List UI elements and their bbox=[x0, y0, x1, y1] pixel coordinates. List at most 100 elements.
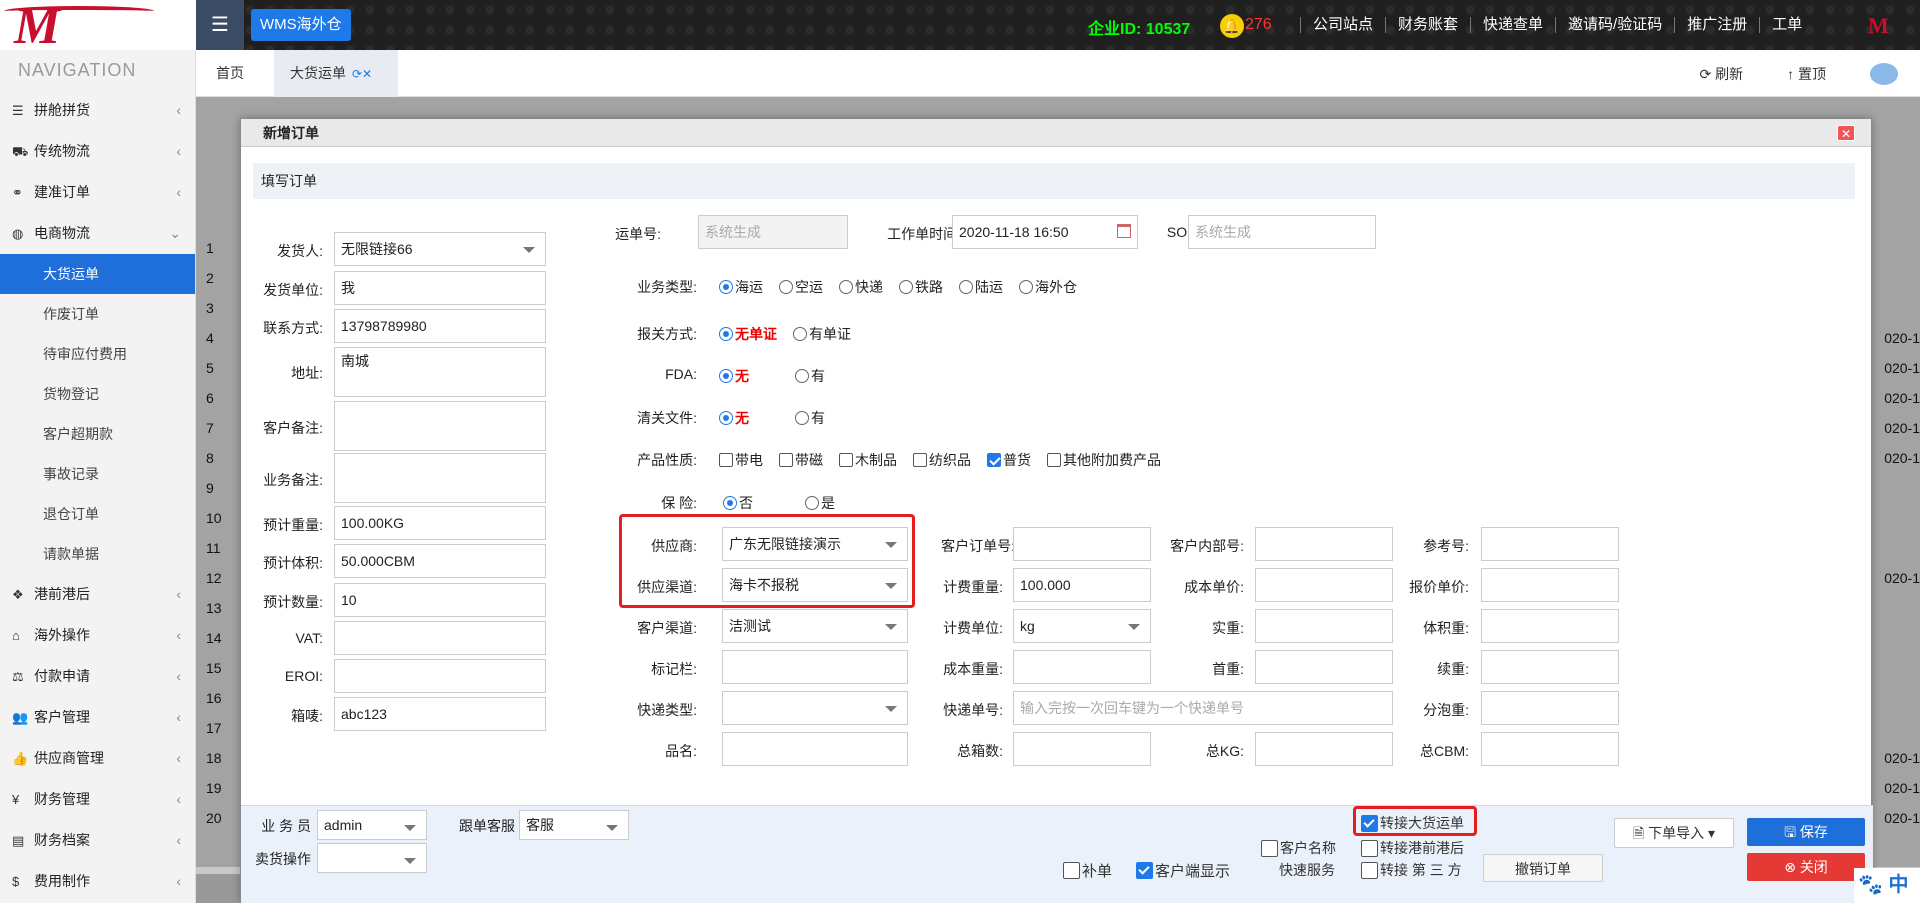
est-volume-input[interactable]: 50.000CBM bbox=[334, 544, 546, 578]
shipper-select[interactable]: 无限链接66 bbox=[334, 232, 546, 266]
fda-no[interactable]: 无 bbox=[719, 366, 779, 386]
product-name-input[interactable] bbox=[722, 732, 908, 766]
vat-input[interactable] bbox=[334, 621, 546, 655]
radio-clearance-yes[interactable] bbox=[795, 411, 809, 425]
customs-with[interactable]: 有单证 bbox=[793, 324, 851, 344]
radio-air[interactable] bbox=[779, 280, 793, 294]
sidebar-sub-accident[interactable]: 事故记录 bbox=[0, 454, 195, 494]
sidebar-sub-return[interactable]: 退仓订单 bbox=[0, 494, 195, 534]
radio-overseas[interactable] bbox=[1019, 280, 1033, 294]
sidebar-item-traditional[interactable]: ⛟ 传统物流 ‹ bbox=[0, 131, 195, 172]
sidebar-item-finance[interactable]: ¥ 财务管理 ‹ bbox=[0, 779, 195, 820]
sidebar-item-fees[interactable]: $ 费用制作 ‹ bbox=[0, 861, 195, 902]
sidebar-item-finance-archive[interactable]: ▤ 财务档案 ‹ bbox=[0, 820, 195, 861]
biztype-rail[interactable]: 铁路 bbox=[899, 277, 943, 297]
clearance-no[interactable]: 无 bbox=[719, 408, 779, 428]
contact-input[interactable]: 13798789980 bbox=[334, 309, 546, 343]
ime-indicator[interactable]: 🐾 中 bbox=[1854, 868, 1920, 903]
refresh-button[interactable]: ⟳ 刷新 bbox=[1699, 64, 1765, 84]
radio-insurance-no[interactable] bbox=[723, 496, 737, 510]
biztype-express[interactable]: 快递 bbox=[839, 277, 883, 297]
supplement-option[interactable]: 补单 bbox=[1063, 860, 1112, 881]
unit-input[interactable]: 我 bbox=[334, 271, 546, 305]
checkbox-general[interactable] bbox=[987, 453, 1001, 467]
clearance-yes[interactable]: 有 bbox=[795, 408, 825, 428]
top-link-company-site[interactable]: 公司站点 bbox=[1300, 17, 1385, 33]
customer-note-textarea[interactable] bbox=[334, 401, 546, 451]
close-icon[interactable]: ✕ bbox=[1837, 125, 1855, 141]
sidebar-sub-void[interactable]: 作废订单 bbox=[0, 294, 195, 334]
worktime-input[interactable]: 2020-11-18 16:50 bbox=[952, 215, 1138, 249]
checkbox-transfer-third[interactable] bbox=[1361, 861, 1378, 879]
ref-input[interactable] bbox=[1481, 527, 1619, 561]
cont-weight-input[interactable] bbox=[1481, 650, 1619, 684]
top-link-promo[interactable]: 推广注册 bbox=[1674, 17, 1759, 33]
sidebar-item-port[interactable]: ❖ 港前港后 ‹ bbox=[0, 574, 195, 615]
checkbox-wood[interactable] bbox=[839, 453, 853, 467]
cust-name-option[interactable]: 客户名称 bbox=[1261, 838, 1336, 858]
checkbox-battery[interactable] bbox=[719, 453, 733, 467]
sidebar-sub-payment-req[interactable]: 请款单据 bbox=[0, 534, 195, 574]
checkbox-textile[interactable] bbox=[913, 453, 927, 467]
sidebar-item-suppliers[interactable]: 👍 供应商管理 ‹ bbox=[0, 738, 195, 779]
sidebar-sub-goods-reg[interactable]: 货物登记 bbox=[0, 374, 195, 414]
radio-fda-no[interactable] bbox=[719, 369, 733, 383]
save-button[interactable]: 🖫 保存 bbox=[1747, 818, 1865, 846]
sidebar-item-orders[interactable]: ⚭ 建准订单 ‹ bbox=[0, 172, 195, 213]
sidebar-item-ecommerce[interactable]: ◍ 电商物流 ⌄ bbox=[0, 213, 195, 254]
cancel-order-button[interactable]: 撤销订单 bbox=[1483, 854, 1603, 882]
cust-inner-input[interactable] bbox=[1255, 527, 1393, 561]
eori-input[interactable] bbox=[334, 659, 546, 693]
express-service-label[interactable]: 快速服务 bbox=[1279, 860, 1335, 880]
sidebar-item-customers[interactable]: 👥 客户管理 ‹ bbox=[0, 697, 195, 738]
sidebar-item-payment[interactable]: ⚖ 付款申请 ‹ bbox=[0, 656, 195, 697]
address-textarea[interactable]: 南城 bbox=[334, 347, 546, 397]
cust-order-input[interactable] bbox=[1013, 527, 1151, 561]
est-qty-input[interactable]: 10 bbox=[334, 583, 546, 617]
fda-yes[interactable]: 有 bbox=[795, 366, 825, 386]
sidebar-sub-overdue[interactable]: 客户超期款 bbox=[0, 414, 195, 454]
sidebar-item-overseas[interactable]: ⌂ 海外操作 ‹ bbox=[0, 615, 195, 656]
product-general[interactable]: 普货 bbox=[987, 450, 1031, 470]
radio-land[interactable] bbox=[959, 280, 973, 294]
checkbox-magnetic[interactable] bbox=[779, 453, 793, 467]
biztype-sea[interactable]: 海运 bbox=[719, 277, 763, 297]
biztype-overseas[interactable]: 海外仓 bbox=[1019, 277, 1077, 297]
top-link-finance[interactable]: 财务账套 bbox=[1385, 17, 1470, 33]
radio-customs-with[interactable] bbox=[793, 327, 807, 341]
total-kg-input[interactable] bbox=[1255, 732, 1393, 766]
calendar-icon[interactable] bbox=[1117, 224, 1131, 238]
vol-weight-input[interactable] bbox=[1481, 609, 1619, 643]
wms-button[interactable]: WMS海外仓 bbox=[251, 9, 351, 41]
product-other[interactable]: 其他附加费产品 bbox=[1047, 450, 1161, 470]
client-display-option[interactable]: 客户端显示 bbox=[1136, 860, 1230, 881]
sidebar-item-consolidation[interactable]: ☰ 拼舱拼货 ‹ bbox=[0, 90, 195, 131]
first-weight-input[interactable] bbox=[1255, 650, 1393, 684]
sidebar-sub-cargo[interactable]: 大货运单 bbox=[0, 254, 195, 294]
bell-icon[interactable]: 🔔 bbox=[1220, 14, 1244, 38]
biztype-air[interactable]: 空运 bbox=[779, 277, 823, 297]
checkbox-transfer-pre[interactable] bbox=[1361, 839, 1378, 857]
import-order-button[interactable]: 🗎 下单导入 ▾ bbox=[1614, 818, 1734, 848]
cost-price-input[interactable] bbox=[1255, 568, 1393, 602]
salesman-select[interactable]: admin bbox=[317, 810, 427, 840]
tab-home[interactable]: 首页 bbox=[216, 50, 244, 97]
express-type-select[interactable] bbox=[722, 691, 908, 725]
charge-unit-select[interactable]: kg bbox=[1013, 609, 1151, 643]
charge-weight-input[interactable]: 100.000 bbox=[1013, 568, 1151, 602]
quote-price-input[interactable] bbox=[1481, 568, 1619, 602]
mark-input[interactable]: abc123 bbox=[334, 697, 546, 731]
radio-rail[interactable] bbox=[899, 280, 913, 294]
seller-select[interactable] bbox=[317, 843, 427, 873]
top-link-ticket[interactable]: 工单 bbox=[1759, 17, 1814, 33]
checkbox-other[interactable] bbox=[1047, 453, 1061, 467]
insurance-no[interactable]: 否 bbox=[723, 493, 789, 513]
total-boxes-input[interactable] bbox=[1013, 732, 1151, 766]
total-cbm-input[interactable] bbox=[1481, 732, 1619, 766]
actual-weight-input[interactable] bbox=[1255, 609, 1393, 643]
top-link-express-query[interactable]: 快递查单 bbox=[1470, 17, 1555, 33]
product-wood[interactable]: 木制品 bbox=[839, 450, 897, 470]
radio-clearance-no[interactable] bbox=[719, 411, 733, 425]
product-battery[interactable]: 带电 bbox=[719, 450, 763, 470]
split-weight-input[interactable] bbox=[1481, 691, 1619, 725]
